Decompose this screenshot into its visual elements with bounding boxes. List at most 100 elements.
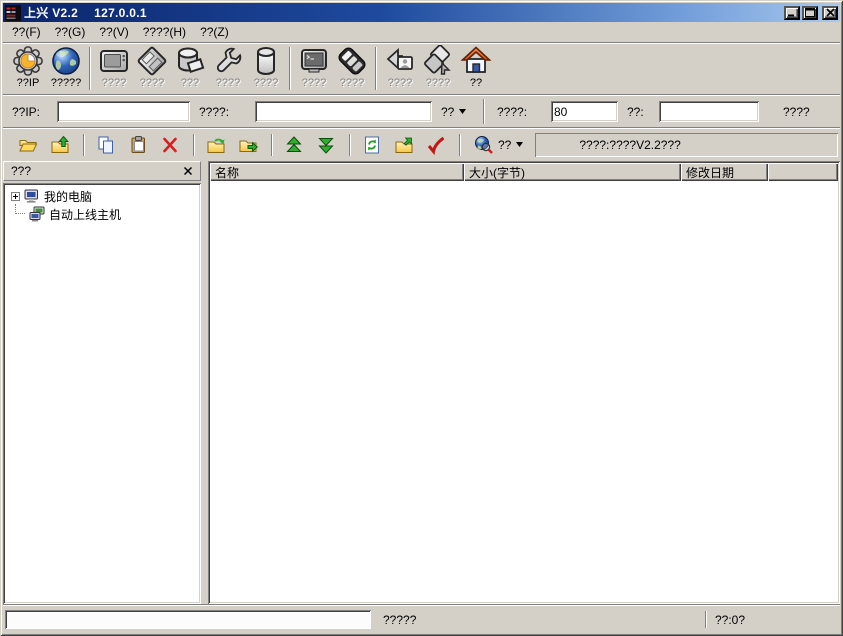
menu-go[interactable]: ??(G)	[48, 23, 93, 41]
check-icon	[427, 136, 445, 155]
collapse-all-button[interactable]	[311, 132, 341, 158]
sidebar-title: ???	[11, 164, 32, 178]
column-header-modified[interactable]: 修改日期	[681, 163, 768, 181]
chevron-down-icon	[459, 109, 467, 114]
maximize-button[interactable]	[802, 5, 818, 20]
menu-about[interactable]: ??(Z)	[193, 23, 236, 41]
delete-button[interactable]	[155, 132, 185, 158]
query-ip-button[interactable]: ??IP	[9, 45, 47, 93]
window-title: 上兴 V2.2	[24, 6, 79, 20]
delete-icon	[163, 137, 177, 152]
column-header-name[interactable]: 名称	[210, 163, 464, 181]
photo-back-icon	[386, 47, 413, 70]
toolbar-button-label: ????	[425, 76, 451, 89]
toolbar-button-label: ????	[339, 76, 365, 89]
toolbar-button-label: ???	[180, 76, 200, 89]
app-icon	[5, 4, 21, 21]
column-header-size[interactable]: 大小(字节)	[464, 163, 681, 181]
disk-button[interactable]: ????	[133, 45, 171, 93]
menu-bar: ??(F) ??(G) ??(V) ????(H) ??(Z)	[3, 22, 840, 42]
terminal-button[interactable]: ????	[295, 45, 333, 93]
up-level-button[interactable]	[45, 132, 75, 158]
connection-status-panel: ????:????V2.2???	[535, 133, 838, 157]
mode-dropdown[interactable]: ??	[437, 101, 470, 122]
expand-all-button[interactable]	[279, 132, 309, 158]
paste-icon	[131, 135, 145, 153]
status-message: ?????	[383, 612, 417, 627]
menu-view[interactable]: ??(V)	[92, 23, 135, 41]
toolbar-separator	[271, 133, 273, 156]
folder-go-icon	[395, 137, 413, 153]
toolbar-button-label: ??	[469, 76, 483, 89]
move-button[interactable]	[233, 132, 263, 158]
toolbar-separator	[89, 47, 91, 90]
folder-open-icon	[19, 139, 38, 151]
services-button[interactable]: ????	[247, 45, 285, 93]
toolbar-separator	[83, 133, 85, 156]
mode-dropdown-label: ??	[441, 104, 455, 119]
menu-help[interactable]: ????(H)	[136, 23, 193, 41]
main-toolbar: ??IP ????? ???? ???? ??? ???? ???? ???? …	[3, 42, 840, 94]
chevrons-up-icon	[286, 135, 302, 152]
sidebar: ??? 我的电脑 自动上线主机	[3, 161, 201, 604]
host-input[interactable]	[255, 101, 432, 122]
toolbar-separator	[193, 133, 195, 156]
open-remote-button[interactable]	[389, 132, 419, 158]
home-button[interactable]: ??	[457, 45, 495, 93]
tree-item-my-computer[interactable]: 我的电脑	[5, 187, 199, 205]
tree-item-online-hosts[interactable]: 自动上线主机	[5, 204, 199, 223]
floppy-icon	[137, 46, 167, 75]
panel-splitter[interactable]	[201, 161, 208, 604]
toolbar-separator	[483, 99, 485, 124]
toolbar-separator	[289, 47, 291, 90]
open-button[interactable]	[13, 132, 43, 158]
globe-icon	[52, 46, 80, 75]
file-list-body[interactable]	[210, 181, 838, 602]
toolbar-button-label: ????	[387, 76, 413, 89]
my-computer-icon	[24, 189, 38, 203]
online-hosts-icon	[29, 206, 45, 222]
expand-icon[interactable]	[11, 191, 20, 201]
status-counter: ??:0?	[715, 612, 746, 627]
copy-button[interactable]	[91, 132, 121, 158]
refresh-icon	[365, 136, 379, 153]
search-dropdown[interactable]: ??	[467, 132, 529, 158]
copy-icon	[98, 136, 113, 153]
toolbar-separator	[459, 133, 461, 156]
paste-button[interactable]	[123, 132, 153, 158]
process-button[interactable]: ???	[171, 45, 209, 93]
upload-button[interactable]	[201, 132, 231, 158]
address-bar: ??IP: ????: ?? ????: ??: ????	[3, 94, 840, 127]
password-label: ??:	[627, 104, 644, 119]
main-area: ??? 我的电脑 自动上线主机 名称 大小(字节) 修改日期	[3, 161, 840, 604]
column-header-extra[interactable]	[768, 163, 838, 181]
close-button[interactable]	[822, 5, 838, 20]
toolbar-separator	[349, 133, 351, 156]
chevrons-down-icon	[318, 137, 334, 154]
apply-button[interactable]	[421, 132, 451, 158]
toolbar-button-label: ??IP	[16, 76, 40, 89]
keyboard-button[interactable]: ????	[333, 45, 371, 93]
terminal-icon	[301, 48, 327, 72]
minimize-button[interactable]	[784, 5, 800, 20]
connect-button[interactable]: ????	[783, 95, 810, 128]
search-dropdown-label: ??	[498, 137, 512, 152]
menu-file[interactable]: ??(F)	[5, 23, 48, 41]
toolbar-button-label: ?????	[50, 76, 82, 89]
scan-hosts-button[interactable]: ?????	[47, 45, 85, 93]
share-button[interactable]: ????	[419, 44, 457, 93]
toolbar-button-label: ????	[215, 76, 241, 89]
password-input[interactable]	[659, 101, 759, 122]
statusbar-divider	[705, 611, 707, 628]
ip-input[interactable]	[57, 101, 190, 122]
port-input[interactable]	[551, 101, 618, 122]
refresh-button[interactable]	[357, 132, 387, 158]
folder-up-icon	[51, 135, 69, 153]
settings-button[interactable]: ????	[209, 45, 247, 93]
sidebar-header: ???	[3, 161, 201, 181]
diamonds-icon	[424, 44, 451, 75]
close-icon	[184, 167, 192, 175]
capture-button[interactable]: ????	[381, 45, 419, 93]
sidebar-close-button[interactable]	[180, 164, 196, 178]
screen-view-button[interactable]: ????	[95, 45, 133, 93]
